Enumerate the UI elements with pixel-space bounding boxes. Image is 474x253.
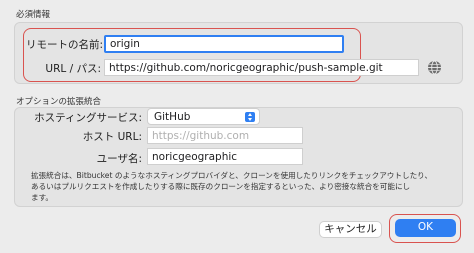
chevron-updown-icon (245, 112, 255, 122)
globe-icon[interactable] (427, 60, 442, 75)
hosting-select[interactable]: GitHub (147, 108, 260, 125)
description-line: ます。 (31, 193, 54, 202)
host-url-label: ホスト URL: (82, 131, 142, 143)
remote-name-label: リモートの名前: (26, 39, 104, 51)
ok-button[interactable]: OK (395, 219, 456, 237)
integration-description: 拡張統合は、Bitbucket のようなホスティングプロバイダと、クローンを使用… (31, 170, 459, 203)
username-input[interactable]: noricgeographic (147, 148, 303, 165)
hosting-value: GitHub (154, 111, 191, 123)
description-line: あるいはプルリクエストを作成したりする際に既存のクローンを指定するといった、より… (31, 182, 411, 191)
username-label: ユーザ名: (96, 153, 142, 165)
host-url-input[interactable]: https://github.com (147, 127, 303, 144)
required-section-title: 必須情報 (16, 10, 51, 20)
description-line: 拡張統合は、Bitbucket のようなホスティングプロバイダと、クローンを使用… (31, 171, 433, 180)
remote-name-value: origin (110, 38, 140, 50)
url-label: URL / パス: (45, 63, 101, 75)
integration-section-title: オプションの拡張統合 (16, 97, 102, 107)
hosting-label: ホスティングサービス: (34, 112, 142, 124)
remote-name-input[interactable]: origin (104, 35, 344, 53)
url-input[interactable]: https://github.com/noricgeographic/push-… (104, 59, 419, 76)
cancel-button[interactable]: キャンセル (319, 221, 382, 238)
